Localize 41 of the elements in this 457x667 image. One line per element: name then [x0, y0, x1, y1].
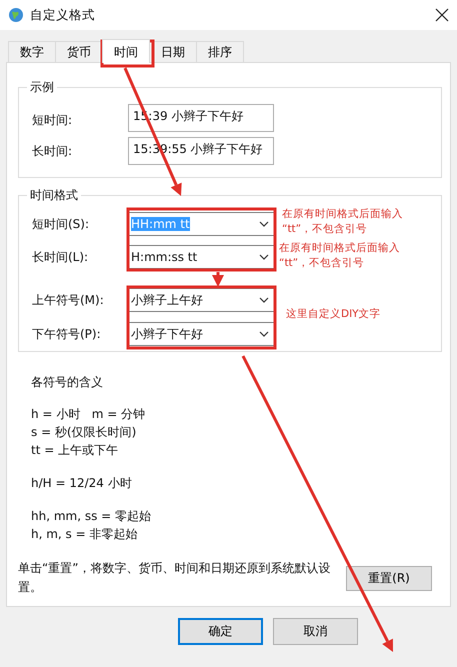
tab[interactable]: 数字 — [8, 41, 56, 62]
combo-text: 小辫子下午好 — [131, 326, 204, 342]
field-label: 短时间: — [32, 112, 74, 129]
reset-note: 单击“重置”，将数字、货币、时间和日期还原到系统默认设置。 — [18, 560, 332, 596]
legend-text: hh, mm, ss = 零起始 — [31, 508, 152, 525]
annotation-text: 在原有时间格式后面输入 “tt”，不包含引号 — [279, 241, 400, 271]
arrow — [212, 272, 224, 287]
legend-text: h/H = 12/24 小时 — [31, 475, 133, 492]
annotation-text: 在原有时间格式后面输入 “tt”，不包含引号 — [282, 207, 403, 237]
field-label: 长时间(L): — [32, 248, 90, 266]
section-title: 各符号的含义 — [31, 374, 104, 391]
legend-text: tt = 上午或下午 — [31, 442, 120, 459]
combo-text: 小辫子上午好 — [131, 292, 204, 308]
annotation-text: 这里自定义DIY文字 — [286, 307, 381, 322]
chevron-icon — [259, 297, 269, 303]
tab[interactable]: 排序 — [196, 41, 244, 62]
chevron-icon — [259, 254, 269, 260]
highlight-box — [100, 40, 154, 68]
cancel-button[interactable]: 取消 — [273, 618, 358, 645]
combo-box[interactable]: 小辫子上午好 — [128, 288, 274, 312]
combo-text: H:mm:ss tt — [131, 250, 198, 264]
tab[interactable]: 时间 — [102, 39, 150, 63]
combo-box[interactable]: 小辫子下午好 — [128, 322, 274, 346]
legend-text: h, m, s = 非零起始 — [31, 526, 138, 543]
ok-button[interactable]: 确定 — [178, 618, 263, 645]
combo-text: HH:mm tt — [131, 217, 190, 231]
window-title: 自定义格式 — [30, 6, 96, 24]
chevron-icon — [258, 221, 269, 227]
field-label: 长时间: — [32, 142, 74, 160]
combo-box[interactable]: H:mm:ss tt — [128, 245, 274, 269]
close-icon[interactable] — [435, 8, 449, 22]
legend-text: s = 秒(仅限长时间) — [31, 424, 138, 441]
group-title: 示例 — [27, 80, 57, 95]
reset-button[interactable]: 重置(R) — [346, 566, 432, 590]
legend-text: h = 小时 m = 分钟 — [31, 406, 146, 423]
field-label: 下午符号(P): — [32, 326, 102, 342]
chevron-icon — [259, 331, 269, 337]
field-label: 上午符号(M): — [32, 292, 105, 308]
group-title: 时间格式 — [27, 188, 81, 203]
field-label: 短时间(S): — [32, 216, 90, 232]
globe-icon — [8, 7, 24, 23]
